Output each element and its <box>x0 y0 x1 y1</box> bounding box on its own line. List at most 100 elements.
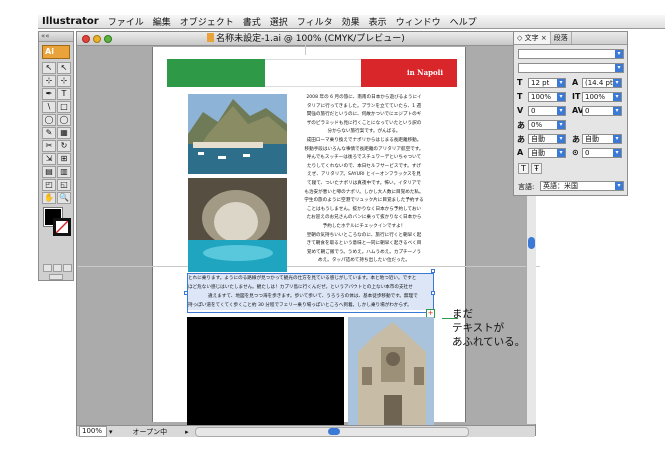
menu-filter[interactable]: フィルタ <box>297 15 333 28</box>
dropdown-arrow-icon: ▾ <box>557 135 565 143</box>
type-tool-icon[interactable]: T <box>57 88 71 100</box>
dropdown-arrow-icon: ▾ <box>557 107 565 115</box>
document-window: 名称未設定-1.ai @ 100% (CMYK/プレビュー) in Napoli <box>76 31 540 437</box>
article-line: えぜ、アリタリア。SAYURI とイーオンフラックスを見 <box>307 172 421 178</box>
color-mode-icon[interactable] <box>43 264 52 272</box>
status-arrow-icon[interactable]: ▸ <box>185 428 189 436</box>
none-mode-icon[interactable] <box>63 264 72 272</box>
baseline-shift-field[interactable]: 自動 ▾ <box>528 148 566 158</box>
banner-title: in Napoli <box>406 68 443 77</box>
article-line: 呼んでもスッチーは後ろでスチュワーデといちゃついて <box>306 155 422 161</box>
menu-help[interactable]: ヘルプ <box>450 15 477 28</box>
dropdown-arrow-icon: ▾ <box>557 79 565 87</box>
tracking-field[interactable]: 0 ▾ <box>582 106 622 116</box>
scissors-tool-icon[interactable]: ✂ <box>42 140 56 152</box>
font-size-field[interactable]: 12 pt ▾ <box>528 78 566 88</box>
guide-line <box>305 43 306 55</box>
dropdown-arrow-icon: ▾ <box>615 64 623 72</box>
leading-icon: A <box>572 78 579 87</box>
article-line: て寝て、ついたナポリは真夜中です。怖い。イタリアで <box>307 180 421 186</box>
menu-effect[interactable]: 効果 <box>342 15 360 28</box>
article-line: 移動手段はいろんな事情で長距離のアリタリア航空です。 <box>304 146 424 152</box>
scale-tool-icon[interactable]: ⇲ <box>42 153 56 165</box>
language-label: 言語: <box>518 183 535 191</box>
font-style-select[interactable]: ▾ <box>518 63 624 73</box>
scroll-thumb[interactable] <box>528 237 535 249</box>
horizontal-scale-field[interactable]: 100% ▾ <box>582 92 622 102</box>
symbol-tool-icon[interactable]: ▦ <box>57 127 71 139</box>
pencil-tool-icon[interactable]: ◯ <box>57 114 71 126</box>
paintbrush-tool-icon[interactable]: ◯ <box>42 114 56 126</box>
graph-tool-icon[interactable]: ▤ <box>42 166 56 178</box>
close-button[interactable] <box>82 35 90 43</box>
screen-mode-icon[interactable] <box>49 274 63 280</box>
selection-tool-icon[interactable]: ↖ <box>42 62 56 74</box>
rotate-tool-icon[interactable]: ↻ <box>57 140 71 152</box>
magic-wand-tool-icon[interactable]: ⊹ <box>42 75 56 87</box>
overflow-text: とれに乗ります。ようにのる路線が見つかって観光の仕方を見ている感じがしています。… <box>188 274 433 310</box>
rotation-field[interactable]: 0 ▾ <box>582 148 622 158</box>
overflow-line: ほど危ない感じはいたしません。観たしは！カプリ島に行くんだぜ。というアバウトとの… <box>188 285 413 290</box>
minimize-button[interactable] <box>93 35 101 43</box>
gradient-tool-icon[interactable]: ◰ <box>42 179 56 191</box>
hand-tool-icon[interactable]: ✋ <box>42 192 56 204</box>
vertical-scale-field[interactable]: 100% ▾ <box>528 92 566 102</box>
line-tool-icon[interactable]: \ <box>42 101 56 113</box>
menu-view[interactable]: 表示 <box>369 15 387 28</box>
leading-field[interactable]: (14.4 pt) ▾ <box>582 78 622 88</box>
gradient-mode-icon[interactable] <box>53 264 62 272</box>
pen-tool-icon[interactable]: ✒ <box>42 88 56 100</box>
zoom-button[interactable] <box>104 35 112 43</box>
tsume-field[interactable]: 0% ▾ <box>528 120 566 130</box>
aki-left-field[interactable]: 自動 ▾ <box>528 134 566 144</box>
font-family-select[interactable]: ▾ <box>518 49 624 59</box>
dropdown-arrow-icon: ▾ <box>613 79 621 87</box>
zoom-field[interactable]: 100% <box>79 426 107 437</box>
dropdown-arrow-icon: ▾ <box>613 107 621 115</box>
dropdown-arrow-icon: ▾ <box>557 149 565 157</box>
menu-select[interactable]: 選択 <box>270 15 288 28</box>
overflow-line: とれに乗ります。ようにのる路線が見つかって観光の仕方を見ている感じがしています。… <box>188 276 417 281</box>
menu-type[interactable]: 書式 <box>243 15 261 28</box>
article-line: 学生の旅のように空港でリュック片に目覚ました予約する <box>304 198 424 204</box>
menu-object[interactable]: オブジェクト <box>180 15 234 28</box>
document-titlebar[interactable]: 名称未設定-1.ai @ 100% (CMYK/プレビュー) <box>77 32 535 46</box>
underline-button[interactable]: T <box>518 163 529 174</box>
text-frame-selection[interactable]: とれに乗ります。ようにのる路線が見つかって観光の仕方を見ている感じがしています。… <box>187 273 434 313</box>
stroke-swatch[interactable] <box>53 218 71 236</box>
frame-handle[interactable] <box>431 269 435 273</box>
eraser-tool-icon[interactable]: ✎ <box>42 127 56 139</box>
tab-character[interactable]: ◇ 文字 × <box>514 32 551 44</box>
lasso-tool-icon[interactable]: ⊹ <box>57 75 71 87</box>
direct-selection-tool-icon[interactable]: ↖ <box>57 62 71 74</box>
app-menu[interactable]: Illustrator <box>42 16 99 27</box>
h-scroll-thumb[interactable] <box>327 427 340 435</box>
article-line: ザのピラミッドも見に行くことになっていたという訳の <box>306 120 422 126</box>
kerning-field[interactable]: 0 ▾ <box>528 106 566 116</box>
tab-paragraph[interactable]: 段落 <box>551 32 572 44</box>
language-select[interactable]: 英語：米国 ▾ <box>540 181 624 191</box>
zoom-tool-icon[interactable]: 🔍 <box>57 192 71 204</box>
rectangle-tool-icon[interactable]: □ <box>57 101 71 113</box>
mesh-tool-icon[interactable]: ▥ <box>57 166 71 178</box>
frame-handle[interactable] <box>431 291 435 295</box>
zoom-dropdown-icon[interactable]: ▾ <box>109 428 113 436</box>
menu-file[interactable]: ファイル <box>108 15 144 28</box>
frame-handle[interactable] <box>184 291 188 295</box>
aki-right-field[interactable]: 自動 ▾ <box>582 134 622 144</box>
free-transform-tool-icon[interactable]: ⊞ <box>57 153 71 165</box>
dropdown-arrow-icon: ▾ <box>557 121 565 129</box>
overflow-line: 持っぽい道をてくてく歩くこと約 30 分程でフェリー乗り場っぽいところへ到着。し… <box>188 303 412 308</box>
horizontal-scrollbar[interactable] <box>194 426 469 437</box>
overflow-note: まだ テキストが あふれている。 <box>452 307 542 349</box>
strikethrough-button[interactable]: Ŧ <box>531 163 542 174</box>
grotto-photo <box>188 178 287 272</box>
article-line: めえ。タッパ詰めて持ち出したい位だった。 <box>318 258 410 264</box>
menu-edit[interactable]: 編集 <box>153 15 171 28</box>
menu-window[interactable]: ウィンドウ <box>396 15 441 28</box>
eyedropper-tool-icon[interactable]: ◱ <box>57 179 71 191</box>
document-icon <box>207 33 215 42</box>
rotation-icon: ⊙ <box>572 148 579 157</box>
tools-titlebar[interactable]: «« <box>39 32 73 42</box>
dropdown-arrow-icon: ▾ <box>615 182 623 190</box>
